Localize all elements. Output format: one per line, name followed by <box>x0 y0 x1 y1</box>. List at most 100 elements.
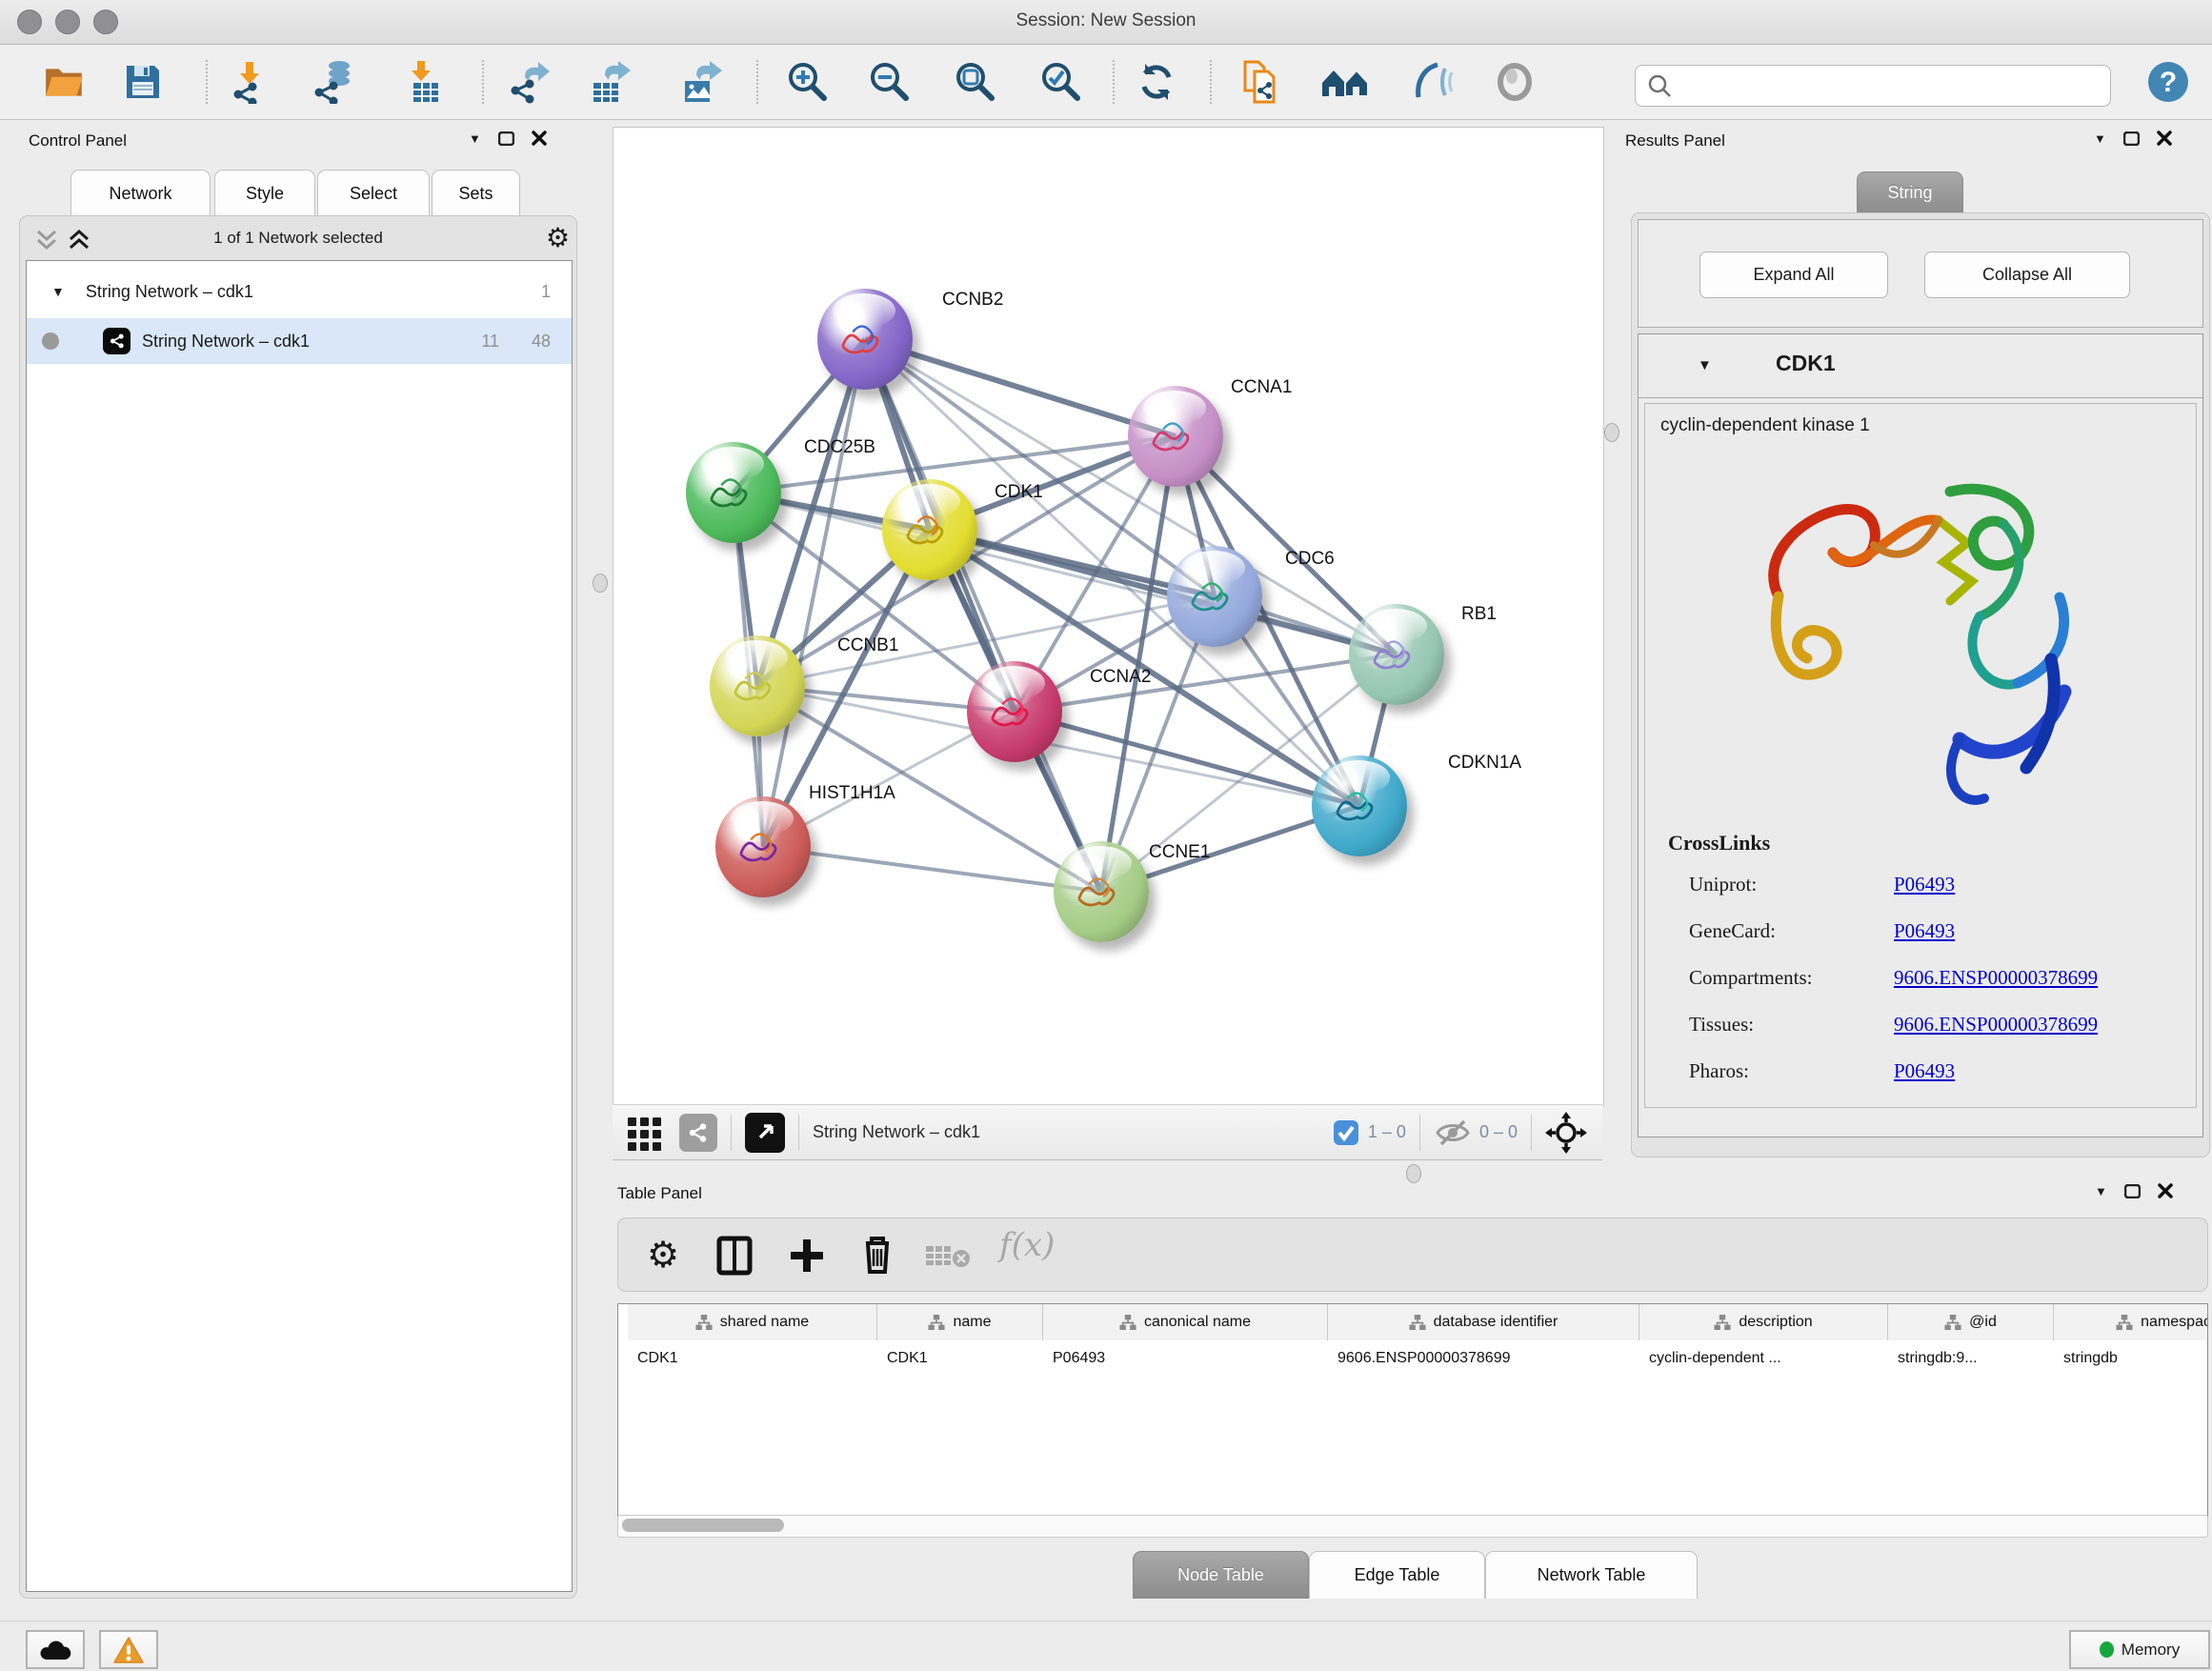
network-node-ccnb2[interactable] <box>817 289 913 390</box>
tab-select[interactable]: Select <box>317 170 430 217</box>
import-table-file-button[interactable] <box>398 56 452 108</box>
tab-network[interactable]: Network <box>70 170 211 217</box>
panel-float-icon[interactable]: ▼ <box>469 131 481 146</box>
panel-maximize-icon[interactable] <box>2123 131 2140 146</box>
gene-section-header[interactable]: ▼ CDK1 <box>1639 334 2202 398</box>
panel-close-icon[interactable] <box>2157 131 2172 146</box>
node-label-hist1h1a: HIST1H1A <box>809 783 895 804</box>
column-header-description[interactable]: description <box>1639 1304 1888 1340</box>
warnings-button[interactable] <box>99 1630 158 1669</box>
selected-checkbox-icon[interactable] <box>1332 1118 1360 1147</box>
navigator-icon[interactable] <box>745 1113 785 1153</box>
import-network-file-button[interactable] <box>225 56 278 108</box>
memory-button[interactable]: Memory <box>2069 1630 2210 1669</box>
network-node-ccna1[interactable] <box>1128 386 1223 487</box>
collapse-all-button[interactable]: Collapse All <box>1924 252 2130 298</box>
show-hide-graphics-button[interactable] <box>1406 56 1459 108</box>
add-column-icon[interactable] <box>788 1236 826 1276</box>
hidden-eye-icon[interactable] <box>1434 1117 1472 1149</box>
panel-maximize-icon[interactable] <box>498 131 514 146</box>
fit-selected-crosshair-icon[interactable] <box>1545 1112 1587 1154</box>
column-header-shared-name[interactable]: shared name <box>628 1304 877 1340</box>
zoom-out-button[interactable] <box>863 56 916 108</box>
table-hscrollbar[interactable] <box>617 1515 2208 1538</box>
save-session-button[interactable] <box>116 56 170 108</box>
table-cell[interactable]: CDK1 <box>877 1340 1043 1377</box>
search-input[interactable] <box>1672 76 2095 95</box>
panel-close-icon[interactable] <box>2158 1183 2173 1198</box>
crosslink-link[interactable]: P06493 <box>1894 1059 1955 1083</box>
column-header-name[interactable]: name <box>877 1304 1043 1340</box>
crosslink-link[interactable]: P06493 <box>1894 919 1955 943</box>
memory-label: Memory <box>2122 1641 2180 1660</box>
help-button[interactable]: ? <box>2142 56 2195 108</box>
tab-string[interactable]: String <box>1857 171 1963 213</box>
delete-column-icon[interactable] <box>858 1234 896 1276</box>
tab-node-table[interactable]: Node Table <box>1133 1551 1309 1599</box>
network-options-gear-icon[interactable]: ⚙ <box>546 222 570 253</box>
panel-float-icon[interactable]: ▼ <box>2094 131 2106 146</box>
tab-network-table[interactable]: Network Table <box>1485 1551 1698 1599</box>
export-table-icon <box>588 60 632 104</box>
network-collection-row[interactable]: ▼ String Network – cdk1 1 <box>27 269 572 314</box>
tab-edge-table[interactable]: Edge Table <box>1309 1551 1485 1599</box>
zoom-fit-button[interactable] <box>949 56 1002 108</box>
table-cell[interactable]: stringdb:9... <box>1888 1340 2054 1377</box>
expand-all-button[interactable]: Expand All <box>1699 252 1888 298</box>
show-columns-icon[interactable] <box>715 1236 754 1276</box>
eye-gray-icon <box>1494 60 1536 104</box>
tab-sets[interactable]: Sets <box>432 170 520 217</box>
table-cell[interactable]: stringdb <box>2054 1340 2208 1377</box>
export-network-button[interactable] <box>503 56 556 108</box>
cloud-status-button[interactable] <box>26 1630 85 1669</box>
network-node-cdc25b[interactable] <box>686 442 781 543</box>
tab-style[interactable]: Style <box>214 170 315 217</box>
table-cell[interactable]: CDK1 <box>628 1340 877 1377</box>
right-splitter-handle[interactable] <box>1604 423 1619 442</box>
clone-network-button[interactable] <box>1235 56 1288 108</box>
table-cell[interactable]: cyclin-dependent ... <box>1639 1340 1888 1377</box>
highlight-button[interactable] <box>1488 56 1541 108</box>
network-row-selected[interactable]: String Network – cdk1 11 48 <box>27 318 572 364</box>
network-node-ccne1[interactable] <box>1054 841 1149 942</box>
network-node-ccna2[interactable] <box>967 661 1062 762</box>
table-panel-title: Table Panel <box>617 1184 702 1203</box>
crosslink-link[interactable]: 9606.ENSP00000378699 <box>1894 966 2098 990</box>
crosslink-link[interactable]: 9606.ENSP00000378699 <box>1894 1013 2098 1037</box>
crosslink-link[interactable]: P06493 <box>1894 873 1955 896</box>
panel-float-icon[interactable]: ▼ <box>2095 1184 2107 1198</box>
protein-ribbon-thumbnail-icon <box>984 688 1045 739</box>
network-node-cdkn1a[interactable] <box>1312 755 1407 856</box>
network-node-hist1h1a[interactable] <box>715 796 811 897</box>
import-network-database-button[interactable] <box>307 56 360 108</box>
table-cell[interactable]: 9606.ENSP00000378699 <box>1328 1340 1639 1377</box>
left-splitter-handle[interactable] <box>593 574 608 593</box>
column-header-canonical-name[interactable]: canonical name <box>1043 1304 1328 1340</box>
hscrollbar-thumb[interactable] <box>622 1519 784 1532</box>
refresh-view-button[interactable] <box>1130 56 1183 108</box>
zoom-selected-button[interactable] <box>1035 56 1088 108</box>
export-image-button[interactable] <box>674 56 728 108</box>
table-cell[interactable]: P06493 <box>1043 1340 1328 1377</box>
zoom-in-button[interactable] <box>781 56 835 108</box>
network-node-rb1[interactable] <box>1349 604 1444 705</box>
network-node-cdc6[interactable] <box>1167 546 1262 647</box>
network-node-ccnb1[interactable] <box>710 635 805 736</box>
protein-ribbon-thumbnail-icon <box>835 315 895 367</box>
column-header-database-identifier[interactable]: database identifier <box>1328 1304 1639 1340</box>
clone-network-icon <box>1239 58 1283 106</box>
export-table-button[interactable] <box>583 56 636 108</box>
string-view-icon[interactable] <box>679 1114 717 1152</box>
panel-close-icon[interactable] <box>532 131 547 146</box>
grid-view-icon[interactable] <box>626 1114 664 1152</box>
tree-expand-icon[interactable]: ▼ <box>51 284 65 299</box>
column-header-namespace[interactable]: namespace <box>2054 1304 2208 1340</box>
home-button[interactable] <box>1318 56 1372 108</box>
panel-maximize-icon[interactable] <box>2124 1184 2141 1198</box>
network-view[interactable]: CCNB2CCNA1CDC25BCDK1CDC6RB1CCNB1CCNA2CDK… <box>613 127 1604 1106</box>
column-header--id[interactable]: @id <box>1888 1304 2054 1340</box>
section-collapse-icon[interactable]: ▼ <box>1698 357 1712 373</box>
open-session-button[interactable] <box>38 56 91 108</box>
network-node-cdk1[interactable] <box>882 479 977 580</box>
table-options-gear-icon[interactable]: ⚙ <box>647 1234 679 1277</box>
